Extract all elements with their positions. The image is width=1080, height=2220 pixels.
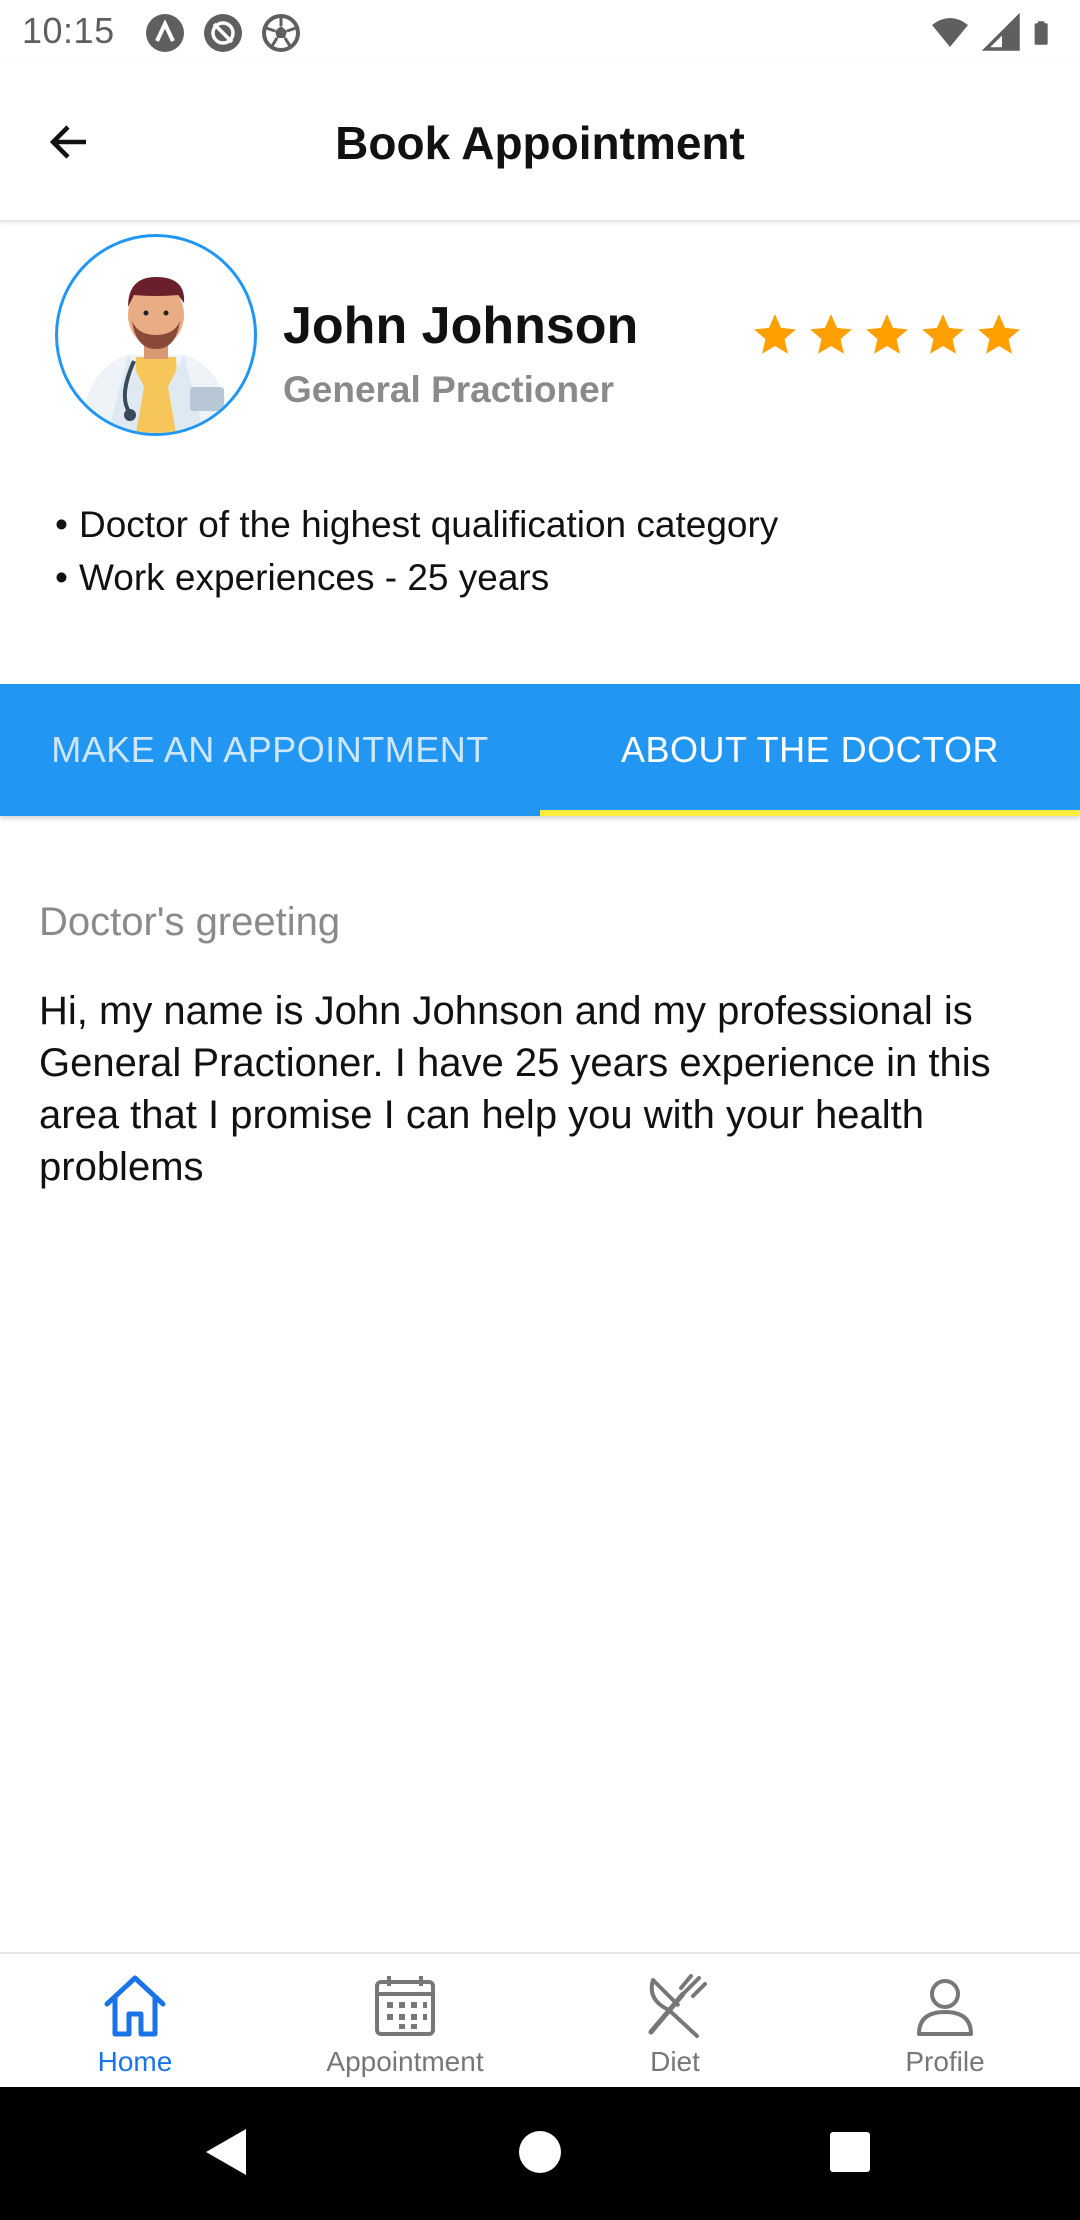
tab-bar: MAKE AN APPOINTMENT ABOUT THE DOCTOR bbox=[0, 684, 1080, 816]
star-icon bbox=[866, 314, 908, 354]
nav-item-appointment[interactable]: Appointment bbox=[270, 1954, 540, 2089]
nav-recents-icon[interactable] bbox=[815, 2117, 885, 2187]
doctor-name: John Johnson bbox=[283, 297, 639, 355]
nav-item-diet[interactable]: Diet bbox=[540, 1954, 810, 2089]
nav-label: Profile bbox=[905, 2046, 985, 2077]
system-nav-bar bbox=[0, 2087, 1080, 2220]
doctor-avatar-icon bbox=[80, 277, 232, 433]
qualification-text: Doctor of the highest qualification cate… bbox=[79, 504, 779, 545]
greeting-label: Doctor's greeting bbox=[39, 900, 341, 944]
rating-stars bbox=[750, 310, 1024, 360]
calendar-icon bbox=[375, 1976, 435, 2036]
tab-label: ABOUT THE DOCTOR bbox=[620, 729, 1000, 770]
status-system-icons bbox=[930, 13, 1060, 53]
qualifications-list: • Doctor of the highest qualification cat… bbox=[55, 498, 778, 604]
bullet: • bbox=[55, 557, 68, 598]
signal-icon bbox=[982, 13, 1020, 51]
nav-item-profile[interactable]: Profile bbox=[810, 1954, 1080, 2089]
page-title: Book Appointment bbox=[335, 117, 745, 169]
nav-label: Appointment bbox=[326, 2046, 484, 2077]
qualification-item: • Work experiences - 25 years bbox=[55, 551, 778, 604]
tab-make-appointment[interactable]: MAKE AN APPOINTMENT bbox=[0, 684, 540, 816]
nav-label: Diet bbox=[650, 2046, 700, 2077]
doctor-avatar bbox=[55, 234, 257, 436]
nav-label: Home bbox=[97, 2046, 173, 2077]
fork-knife-icon bbox=[648, 1974, 707, 2038]
bullet: • bbox=[55, 504, 68, 545]
tab-about-doctor[interactable]: ABOUT THE DOCTOR bbox=[540, 684, 1080, 816]
a-icon bbox=[146, 14, 184, 52]
star-icon bbox=[978, 314, 1020, 354]
home-icon bbox=[104, 1975, 166, 2037]
nav-item-home[interactable]: Home bbox=[0, 1954, 270, 2089]
star-icon bbox=[754, 314, 796, 354]
star-icon bbox=[922, 314, 964, 354]
wifi-icon bbox=[932, 18, 968, 47]
tab-indicator bbox=[540, 810, 1080, 816]
status-notification-icons bbox=[145, 13, 301, 53]
app-bar: Book Appointment bbox=[0, 64, 1080, 222]
person-icon bbox=[917, 1979, 973, 2036]
tab-label: MAKE AN APPOINTMENT bbox=[51, 729, 489, 770]
greeting-text: Hi, my name is John Johnson and my profe… bbox=[39, 989, 991, 1189]
bottom-nav: Home Appointment Diet Profile bbox=[0, 1952, 1080, 2089]
battery-icon bbox=[1034, 21, 1048, 45]
status-bar: 10:15 bbox=[0, 0, 1080, 64]
no-sync-icon bbox=[204, 14, 242, 52]
qualification-item: • Doctor of the highest qualification cat… bbox=[55, 498, 778, 551]
doctor-specialty: General Practioner bbox=[283, 369, 615, 410]
status-time: 10:15 bbox=[22, 10, 115, 51]
qualification-text: Work experiences - 25 years bbox=[79, 557, 550, 598]
nav-back-icon[interactable] bbox=[192, 2117, 262, 2187]
star-icon bbox=[810, 314, 852, 354]
nav-home-icon[interactable] bbox=[505, 2117, 575, 2187]
soccer-ball-icon bbox=[262, 14, 300, 52]
